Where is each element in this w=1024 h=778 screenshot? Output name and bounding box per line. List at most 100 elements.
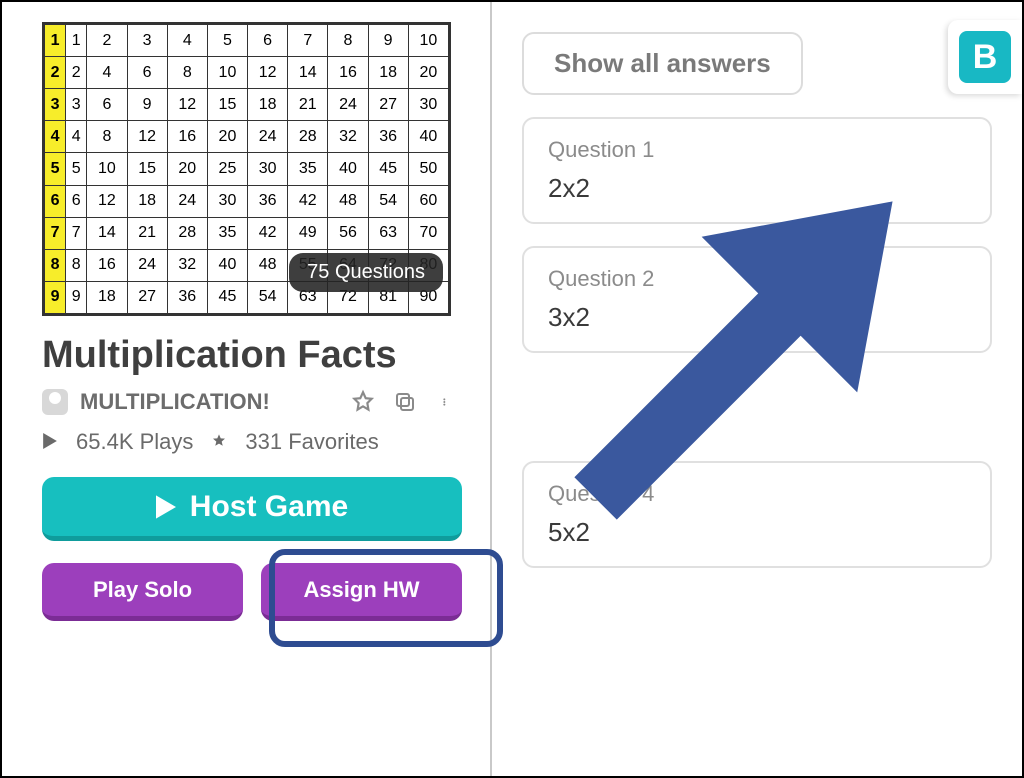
table-cell: 20 — [207, 121, 247, 153]
table-cell: 24 — [167, 185, 207, 217]
star-icon — [211, 429, 227, 455]
table-cell: 40 — [408, 121, 448, 153]
table-cell: 2 — [87, 25, 127, 57]
table-cell: 36 — [368, 121, 408, 153]
table-cell: 48 — [328, 185, 368, 217]
table-cell: 54 — [248, 281, 288, 313]
table-cell: 45 — [207, 281, 247, 313]
table-cell: 12 — [167, 89, 207, 121]
table-cell: 4 — [167, 25, 207, 57]
table-cell: 7 — [45, 217, 66, 249]
question-card[interactable]: Question 1 2x2 — [522, 117, 992, 224]
table-cell: 28 — [167, 217, 207, 249]
brand-logo-tab[interactable]: B — [948, 20, 1022, 94]
play-icon — [42, 429, 58, 455]
author-name: MULTIPLICATION! — [80, 389, 270, 415]
table-cell: 32 — [328, 121, 368, 153]
question-text: 2x2 — [548, 173, 966, 204]
table-cell: 18 — [248, 89, 288, 121]
table-cell: 20 — [408, 57, 448, 89]
question-text: 3x2 — [548, 302, 966, 333]
question-card[interactable]: Question 4 5x2 — [522, 461, 992, 568]
host-game-button[interactable]: Host Game — [42, 477, 462, 541]
table-cell: 42 — [288, 185, 328, 217]
table-cell: 9 — [127, 89, 167, 121]
table-cell: 6 — [87, 89, 127, 121]
play-solo-button[interactable]: Play Solo — [42, 563, 243, 621]
table-cell: 5 — [66, 153, 87, 185]
table-cell: 35 — [288, 153, 328, 185]
table-cell: 18 — [368, 57, 408, 89]
table-cell: 21 — [288, 89, 328, 121]
table-cell: 50 — [408, 153, 448, 185]
table-cell: 14 — [87, 217, 127, 249]
table-cell: 9 — [45, 281, 66, 313]
table-cell: 24 — [328, 89, 368, 121]
quiz-preview-image: 1123456789102246810121416182033691215182… — [42, 22, 451, 316]
table-cell: 7 — [288, 25, 328, 57]
table-cell: 10 — [408, 25, 448, 57]
table-cell: 4 — [87, 57, 127, 89]
table-cell: 30 — [408, 89, 448, 121]
table-cell: 5 — [207, 25, 247, 57]
question-number: Question 1 — [548, 137, 966, 163]
table-cell: 40 — [328, 153, 368, 185]
table-cell: 12 — [87, 185, 127, 217]
table-cell: 56 — [328, 217, 368, 249]
table-cell: 1 — [66, 25, 87, 57]
table-cell: 9 — [368, 25, 408, 57]
table-cell: 10 — [207, 57, 247, 89]
more-menu-icon[interactable] — [432, 387, 462, 417]
favorite-star-icon[interactable] — [348, 387, 378, 417]
plays-count: 65.4K Plays — [76, 429, 193, 455]
favorites-count: 331 Favorites — [245, 429, 378, 455]
table-cell: 5 — [45, 153, 66, 185]
question-card[interactable]: Question 2 3x2 — [522, 246, 992, 353]
question-number: Question 4 — [548, 481, 966, 507]
table-cell: 8 — [45, 249, 66, 281]
table-cell: 9 — [66, 281, 87, 313]
table-cell: 48 — [248, 249, 288, 281]
table-cell: 4 — [66, 121, 87, 153]
table-cell: 28 — [288, 121, 328, 153]
table-cell: 18 — [87, 281, 127, 313]
author-avatar — [42, 389, 68, 415]
quiz-title: Multiplication Facts — [42, 334, 462, 377]
table-cell: 24 — [127, 249, 167, 281]
assign-hw-button[interactable]: Assign HW — [261, 563, 462, 621]
table-cell: 27 — [368, 89, 408, 121]
table-cell: 3 — [127, 25, 167, 57]
table-cell: 70 — [408, 217, 448, 249]
table-cell: 4 — [45, 121, 66, 153]
table-cell: 49 — [288, 217, 328, 249]
table-cell: 16 — [167, 121, 207, 153]
table-cell: 42 — [248, 217, 288, 249]
table-cell: 10 — [87, 153, 127, 185]
table-cell: 24 — [248, 121, 288, 153]
table-cell: 15 — [127, 153, 167, 185]
table-cell: 32 — [167, 249, 207, 281]
table-cell: 27 — [127, 281, 167, 313]
table-cell: 6 — [45, 185, 66, 217]
question-number: Question 2 — [548, 266, 966, 292]
table-cell: 6 — [248, 25, 288, 57]
table-cell: 2 — [45, 57, 66, 89]
host-game-label: Host Game — [190, 490, 348, 524]
table-cell: 12 — [127, 121, 167, 153]
table-cell: 2 — [66, 57, 87, 89]
table-cell: 16 — [328, 57, 368, 89]
table-cell: 36 — [248, 185, 288, 217]
question-text: 5x2 — [548, 517, 966, 548]
table-cell: 54 — [368, 185, 408, 217]
table-cell: 25 — [207, 153, 247, 185]
table-cell: 8 — [66, 249, 87, 281]
table-cell: 18 — [127, 185, 167, 217]
table-cell: 3 — [45, 89, 66, 121]
table-cell: 60 — [408, 185, 448, 217]
table-cell: 40 — [207, 249, 247, 281]
brand-logo-icon: B — [959, 31, 1011, 83]
table-cell: 7 — [66, 217, 87, 249]
copy-icon[interactable] — [390, 387, 420, 417]
show-all-answers-button[interactable]: Show all answers — [522, 32, 803, 95]
table-cell: 8 — [87, 121, 127, 153]
